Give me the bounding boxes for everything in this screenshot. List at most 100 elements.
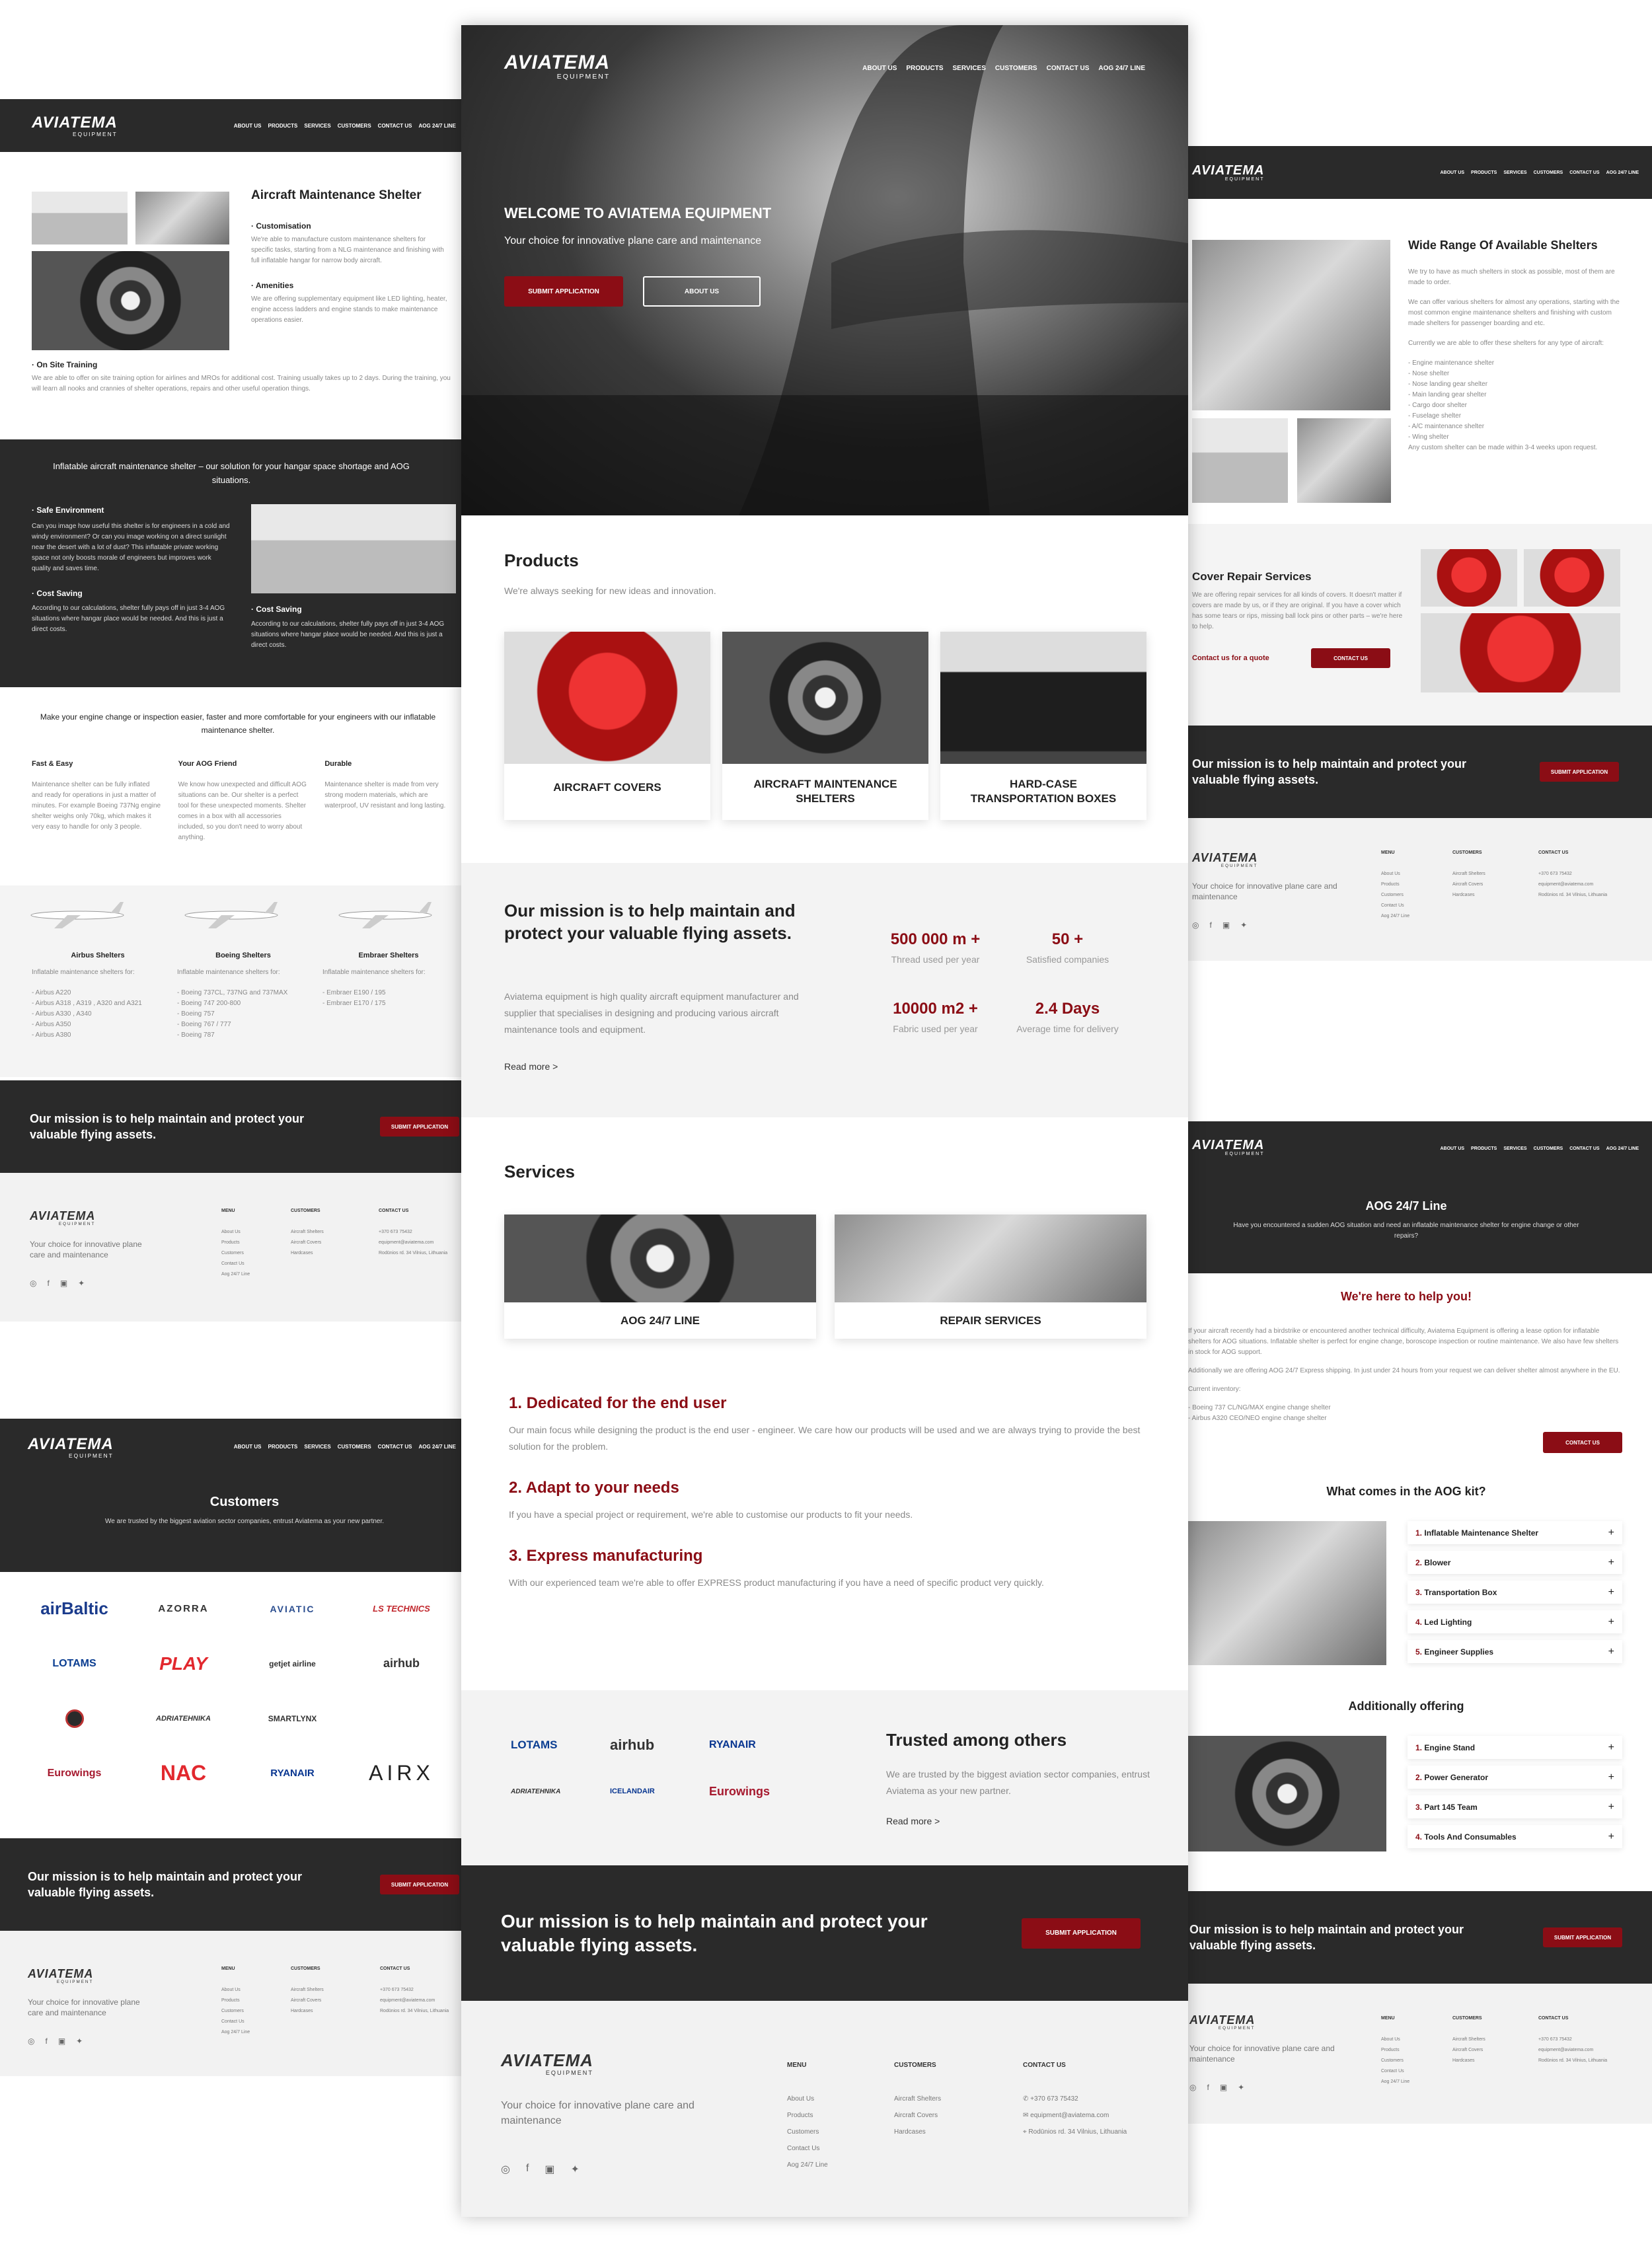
- nav-aog[interactable]: AOG 24/7 LINE: [419, 1444, 456, 1450]
- submit-application-button[interactable]: SUBMIT APPLICATION: [1022, 1918, 1141, 1949]
- footer-link[interactable]: Aircraft Shelters: [291, 1227, 324, 1238]
- footer-logo[interactable]: AVIATEMA EQUIPMENT: [28, 1967, 93, 1984]
- footer-link[interactable]: About Us: [221, 1985, 250, 1996]
- footer-link[interactable]: Aircraft Covers: [291, 1996, 324, 2006]
- footer-link[interactable]: Products: [221, 1238, 250, 1248]
- nav-customers[interactable]: CUSTOMERS: [338, 123, 371, 129]
- service-card-repair[interactable]: REPAIR SERVICES: [835, 1214, 1146, 1339]
- footer-link[interactable]: About Us: [1381, 869, 1409, 879]
- contact-us-button[interactable]: CONTACT US: [1543, 1432, 1622, 1453]
- footer-link[interactable]: Hardcases: [291, 2006, 324, 2017]
- facebook-icon[interactable]: f: [1209, 920, 1211, 930]
- mission-read-more[interactable]: Read more >: [504, 1061, 558, 1072]
- footer-phone[interactable]: +370 673 75432: [1538, 869, 1607, 879]
- footer-link[interactable]: Aircraft Covers: [1452, 2045, 1485, 2056]
- twitter-icon[interactable]: ✦: [571, 2163, 580, 2176]
- linkedin-icon[interactable]: ▣: [58, 2036, 65, 2046]
- trusted-read-more[interactable]: Read more >: [886, 1816, 940, 1826]
- logo[interactable]: AVIATEMA EQUIPMENT: [32, 114, 118, 137]
- footer-link[interactable]: Contact Us: [787, 2140, 828, 2157]
- footer-link[interactable]: Customers: [1381, 2056, 1409, 2066]
- twitter-icon[interactable]: ✦: [1238, 2083, 1244, 2092]
- footer-link[interactable]: About Us: [787, 2091, 828, 2107]
- twitter-icon[interactable]: ✦: [76, 2036, 83, 2046]
- kit-item[interactable]: 1. Inflatable Maintenance Shelter +: [1408, 1521, 1622, 1544]
- nav-services[interactable]: SERVICES: [1503, 170, 1526, 175]
- footer-link[interactable]: Customers: [221, 1248, 250, 1259]
- nav-services[interactable]: SERVICES: [304, 1444, 330, 1450]
- nav-aog[interactable]: AOG 24/7 LINE: [1606, 1146, 1639, 1151]
- footer-link[interactable]: Aircraft Shelters: [291, 1985, 324, 1996]
- nav-aog[interactable]: AOG 24/7 LINE: [1098, 65, 1145, 72]
- nav-contact[interactable]: CONTACT US: [1569, 1146, 1599, 1151]
- nav-about[interactable]: ABOUT US: [234, 1444, 262, 1450]
- footer-link[interactable]: Customers: [1381, 890, 1409, 901]
- kit-item[interactable]: 3. Transportation Box +: [1408, 1581, 1622, 1604]
- footer-phone[interactable]: +370 673 75432: [380, 1985, 449, 1996]
- footer-link[interactable]: About Us: [221, 1227, 250, 1238]
- footer-email[interactable]: equipment@aviatema.com: [379, 1238, 447, 1248]
- footer-link[interactable]: Aircraft Shelters: [1452, 869, 1485, 879]
- nav-contact[interactable]: CONTACT US: [378, 123, 412, 129]
- footer-phone[interactable]: +370 673 75432: [1538, 2035, 1607, 2045]
- nav-aog[interactable]: AOG 24/7 LINE: [419, 123, 456, 129]
- footer-email-row[interactable]: ✉ equipment@aviatema.com: [1023, 2107, 1127, 2124]
- facebook-icon[interactable]: f: [526, 2163, 529, 2176]
- footer-link[interactable]: Products: [1381, 2045, 1409, 2056]
- footer-email[interactable]: equipment@aviatema.com: [1538, 879, 1607, 890]
- twitter-icon[interactable]: ✦: [1240, 920, 1247, 930]
- nav-contact[interactable]: CONTACT US: [1047, 65, 1090, 72]
- nav-products[interactable]: PRODUCTS: [268, 1444, 298, 1450]
- instagram-icon[interactable]: ◎: [1192, 920, 1199, 930]
- logo[interactable]: AVIATEMA EQUIPMENT: [1192, 163, 1264, 182]
- footer-link[interactable]: Hardcases: [1452, 2056, 1485, 2066]
- nav-products[interactable]: PRODUCTS: [1471, 1146, 1497, 1151]
- footer-link[interactable]: Products: [1381, 879, 1409, 890]
- submit-application-button[interactable]: SUBMIT APPLICATION: [380, 1117, 459, 1137]
- nav-about[interactable]: ABOUT US: [1440, 170, 1464, 175]
- nav-about[interactable]: ABOUT US: [862, 65, 897, 72]
- linkedin-icon[interactable]: ▣: [1222, 920, 1230, 930]
- additional-item[interactable]: 3. Part 145 Team +: [1408, 1795, 1622, 1818]
- kit-item[interactable]: 4. Led Lighting +: [1408, 1610, 1622, 1633]
- kit-item[interactable]: 5. Engineer Supplies +: [1408, 1640, 1622, 1663]
- instagram-icon[interactable]: ◎: [28, 2036, 34, 2046]
- footer-link[interactable]: Aircraft Covers: [291, 1238, 324, 1248]
- nav-services[interactable]: SERVICES: [953, 65, 986, 72]
- footer-link[interactable]: Customers: [787, 2124, 828, 2140]
- footer-link[interactable]: Contact Us: [1381, 2066, 1409, 2077]
- kit-item[interactable]: 2. Blower +: [1408, 1551, 1622, 1574]
- footer-link[interactable]: Products: [787, 2107, 828, 2124]
- footer-link[interactable]: Hardcases: [291, 1248, 324, 1259]
- nav-products[interactable]: PRODUCTS: [268, 123, 298, 129]
- nav-aog[interactable]: AOG 24/7 LINE: [1606, 170, 1639, 175]
- submit-application-button[interactable]: SUBMIT APPLICATION: [380, 1875, 459, 1894]
- footer-link[interactable]: Hardcases: [894, 2124, 941, 2140]
- additional-item[interactable]: 4. Tools And Consumables +: [1408, 1825, 1622, 1848]
- footer-email[interactable]: equipment@aviatema.com: [380, 1996, 449, 2006]
- instagram-icon[interactable]: ◎: [501, 2163, 510, 2176]
- footer-email[interactable]: equipment@aviatema.com: [1538, 2045, 1607, 2056]
- footer-link[interactable]: Contact Us: [1381, 901, 1409, 911]
- logo[interactable]: AVIATEMA EQUIPMENT: [1192, 1138, 1264, 1156]
- nav-customers[interactable]: CUSTOMERS: [1534, 170, 1563, 175]
- nav-products[interactable]: PRODUCTS: [906, 65, 943, 72]
- nav-customers[interactable]: CUSTOMERS: [995, 65, 1037, 72]
- footer-link[interactable]: Contact Us: [221, 2017, 250, 2027]
- submit-application-button[interactable]: SUBMIT APPLICATION: [1543, 1927, 1622, 1947]
- additional-item[interactable]: 1. Engine Stand +: [1408, 1736, 1622, 1759]
- twitter-icon[interactable]: ✦: [78, 1279, 85, 1288]
- footer-link[interactable]: Aog 24/7 Line: [1381, 911, 1409, 922]
- footer-phone[interactable]: +370 673 75432: [379, 1227, 447, 1238]
- product-card-covers[interactable]: AIRCRAFT COVERS: [504, 632, 710, 820]
- footer-link[interactable]: Contact Us: [221, 1259, 250, 1269]
- linkedin-icon[interactable]: ▣: [60, 1279, 67, 1288]
- footer-link[interactable]: Aog 24/7 Line: [787, 2157, 828, 2173]
- nav-customers[interactable]: CUSTOMERS: [1534, 1146, 1563, 1151]
- nav-services[interactable]: SERVICES: [304, 123, 330, 129]
- footer-link[interactable]: Aircraft Covers: [1452, 879, 1485, 890]
- hero-submit-button[interactable]: SUBMIT APPLICATION: [504, 276, 623, 307]
- footer-link[interactable]: Aircraft Shelters: [1452, 2035, 1485, 2045]
- nav-about[interactable]: ABOUT US: [1440, 1146, 1464, 1151]
- additional-item[interactable]: 2. Power Generator +: [1408, 1766, 1622, 1789]
